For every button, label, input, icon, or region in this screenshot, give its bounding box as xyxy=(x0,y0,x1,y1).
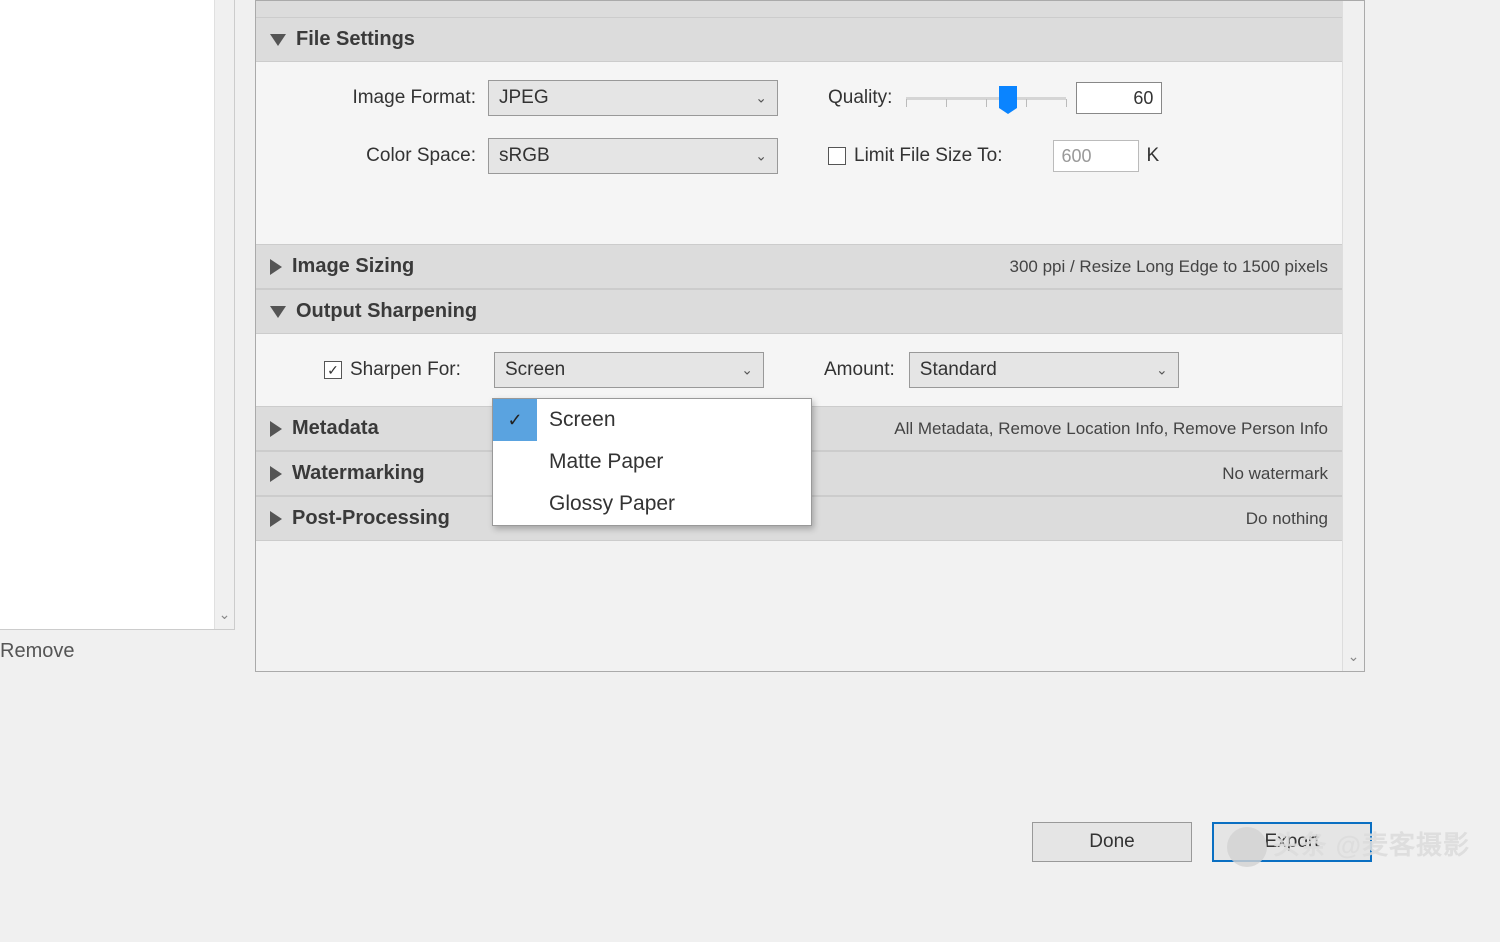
section-header-file-settings[interactable]: File Settings xyxy=(256,17,1342,62)
done-button[interactable]: Done xyxy=(1032,822,1192,862)
disclosure-right-icon xyxy=(270,421,282,437)
main-scrollbar[interactable]: ⌄ xyxy=(1342,1,1364,671)
image-format-label: Image Format: xyxy=(276,87,476,109)
chevron-down-icon: ⌄ xyxy=(755,90,767,107)
image-format-value: JPEG xyxy=(499,87,549,109)
sharpen-for-value: Screen xyxy=(505,359,565,381)
watermarking-summary: No watermark xyxy=(1222,464,1328,484)
color-space-label: Color Space: xyxy=(276,145,476,167)
quality-slider[interactable] xyxy=(906,97,1066,100)
limit-filesize-checkbox[interactable] xyxy=(828,147,846,165)
quality-slider-thumb[interactable] xyxy=(999,86,1017,108)
left-panel: ⌄ xyxy=(0,0,235,630)
disclosure-down-icon xyxy=(270,34,286,46)
dropdown-option-label: Glossy Paper xyxy=(537,492,675,516)
sharpen-for-dropdown-popup: ✓ Screen Matte Paper Glossy Paper xyxy=(492,398,812,526)
dropdown-option-label: Matte Paper xyxy=(537,450,663,474)
footer-buttons: Done Export xyxy=(1032,822,1372,862)
remove-link[interactable]: Remove xyxy=(0,640,74,663)
output-sharpening-body: ✓ Sharpen For: Screen ⌄ Amount: Standard… xyxy=(256,334,1342,406)
amount-label: Amount: xyxy=(824,359,895,381)
limit-filesize-input[interactable]: 600 xyxy=(1053,140,1139,172)
dropdown-option-glossy-paper[interactable]: Glossy Paper xyxy=(493,483,811,525)
section-title: Post-Processing xyxy=(292,507,450,530)
chevron-down-icon: ⌄ xyxy=(741,362,753,379)
check-placeholder xyxy=(493,441,537,483)
section-title: File Settings xyxy=(296,28,415,51)
check-placeholder xyxy=(493,483,537,525)
disclosure-right-icon xyxy=(270,466,282,482)
check-icon: ✓ xyxy=(493,399,537,441)
sharpen-for-label: Sharpen For: xyxy=(350,359,480,381)
section-title: Watermarking xyxy=(292,462,425,485)
section-title: Image Sizing xyxy=(292,255,414,278)
limit-filesize-unit: K xyxy=(1147,145,1160,167)
dropdown-option-label: Screen xyxy=(537,408,616,432)
metadata-summary: All Metadata, Remove Location Info, Remo… xyxy=(894,419,1328,439)
dropdown-option-matte-paper[interactable]: Matte Paper xyxy=(493,441,811,483)
quality-label: Quality: xyxy=(828,87,892,109)
top-edge xyxy=(256,1,1342,17)
color-space-select[interactable]: sRGB ⌄ xyxy=(488,138,778,174)
image-format-select[interactable]: JPEG ⌄ xyxy=(488,80,778,116)
export-button[interactable]: Export xyxy=(1212,822,1372,862)
limit-filesize-label: Limit File Size To: xyxy=(854,145,1003,167)
sharpen-for-checkbox[interactable]: ✓ xyxy=(324,361,342,379)
image-sizing-summary: 300 ppi / Resize Long Edge to 1500 pixel… xyxy=(1009,257,1328,277)
section-header-image-sizing[interactable]: Image Sizing 300 ppi / Resize Long Edge … xyxy=(256,244,1342,289)
disclosure-right-icon xyxy=(270,511,282,527)
disclosure-down-icon xyxy=(270,306,286,318)
section-title: Metadata xyxy=(292,417,379,440)
sharpen-for-select[interactable]: Screen ⌄ xyxy=(494,352,764,388)
main-settings-panel: File Settings Image Format: JPEG ⌄ Quali… xyxy=(255,0,1365,672)
section-title: Output Sharpening xyxy=(296,300,477,323)
left-scrollbar[interactable]: ⌄ xyxy=(214,0,234,629)
chevron-down-icon: ⌄ xyxy=(1156,362,1168,379)
post-processing-summary: Do nothing xyxy=(1246,509,1328,529)
file-settings-body: Image Format: JPEG ⌄ Quality: 60 Color S… xyxy=(256,62,1342,244)
amount-value: Standard xyxy=(920,359,997,381)
dropdown-option-screen[interactable]: ✓ Screen xyxy=(493,399,811,441)
chevron-down-icon: ⌄ xyxy=(755,148,767,165)
color-space-value: sRGB xyxy=(499,145,550,167)
section-header-output-sharpening[interactable]: Output Sharpening xyxy=(256,289,1342,334)
disclosure-right-icon xyxy=(270,259,282,275)
quality-input[interactable]: 60 xyxy=(1076,82,1162,114)
amount-select[interactable]: Standard ⌄ xyxy=(909,352,1179,388)
